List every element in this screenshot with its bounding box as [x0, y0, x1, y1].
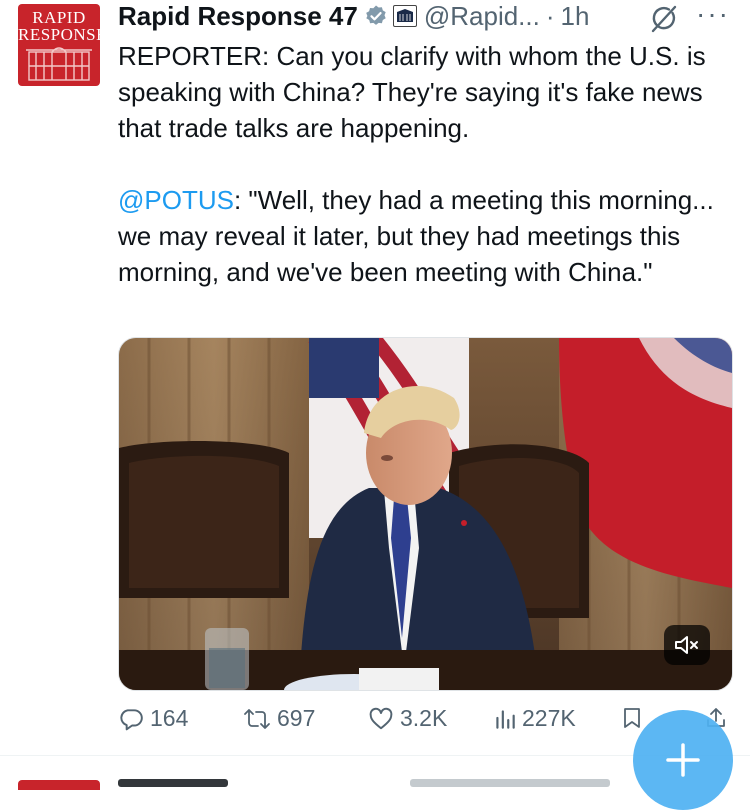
compose-plus-icon — [666, 743, 700, 777]
like-icon — [369, 707, 393, 729]
video-player[interactable] — [118, 337, 733, 691]
reply-button[interactable]: 164 — [118, 705, 188, 732]
next-post-author[interactable] — [118, 779, 228, 787]
views-icon — [496, 709, 515, 729]
author-avatar[interactable]: RAPID RESPONSE — [18, 4, 100, 86]
mute-icon[interactable] — [664, 625, 710, 665]
reply-count: 164 — [150, 705, 189, 731]
post-paragraph-1: REPORTER: Can you clarify with whom the … — [118, 41, 706, 143]
action-bar: 164 697 3.2K 227K — [0, 705, 750, 741]
grok-icon[interactable] — [648, 4, 678, 39]
post-text: REPORTER: Can you clarify with whom the … — [118, 38, 733, 290]
avatar-line-2: RESPONSE — [18, 25, 100, 44]
author-handle[interactable]: @Rapid... — [424, 1, 540, 32]
more-icon[interactable]: ··· — [696, 0, 730, 30]
mention-link[interactable]: @POTUS — [118, 185, 234, 215]
bookmark-button[interactable] — [620, 705, 644, 731]
like-count: 3.2K — [400, 705, 448, 731]
affiliate-whitehouse-icon[interactable] — [392, 5, 417, 27]
avatar-line-1: RAPID — [32, 8, 86, 27]
next-post-avatar[interactable] — [18, 780, 100, 790]
separator-dot: · — [545, 0, 555, 31]
bookmark-icon — [624, 708, 640, 728]
like-button[interactable]: 3.2K — [368, 705, 447, 732]
post-paragraph-2: @POTUS: "Well, they had a meeting this m… — [118, 182, 733, 290]
compose-button[interactable] — [633, 710, 733, 810]
white-house-logo-icon — [26, 47, 92, 81]
views-count: 227K — [522, 705, 576, 731]
repost-count: 697 — [277, 705, 316, 731]
video-frame — [119, 338, 732, 690]
post-time[interactable]: 1h — [561, 1, 590, 32]
repost-button[interactable]: 697 — [243, 705, 315, 732]
author-name[interactable]: Rapid Response 47 — [118, 1, 358, 32]
reply-icon — [120, 708, 143, 730]
views-button[interactable]: 227K — [494, 705, 576, 732]
repost-icon — [244, 708, 270, 729]
next-post-handle[interactable] — [410, 779, 610, 787]
verified-badge-icon[interactable] — [364, 4, 388, 28]
